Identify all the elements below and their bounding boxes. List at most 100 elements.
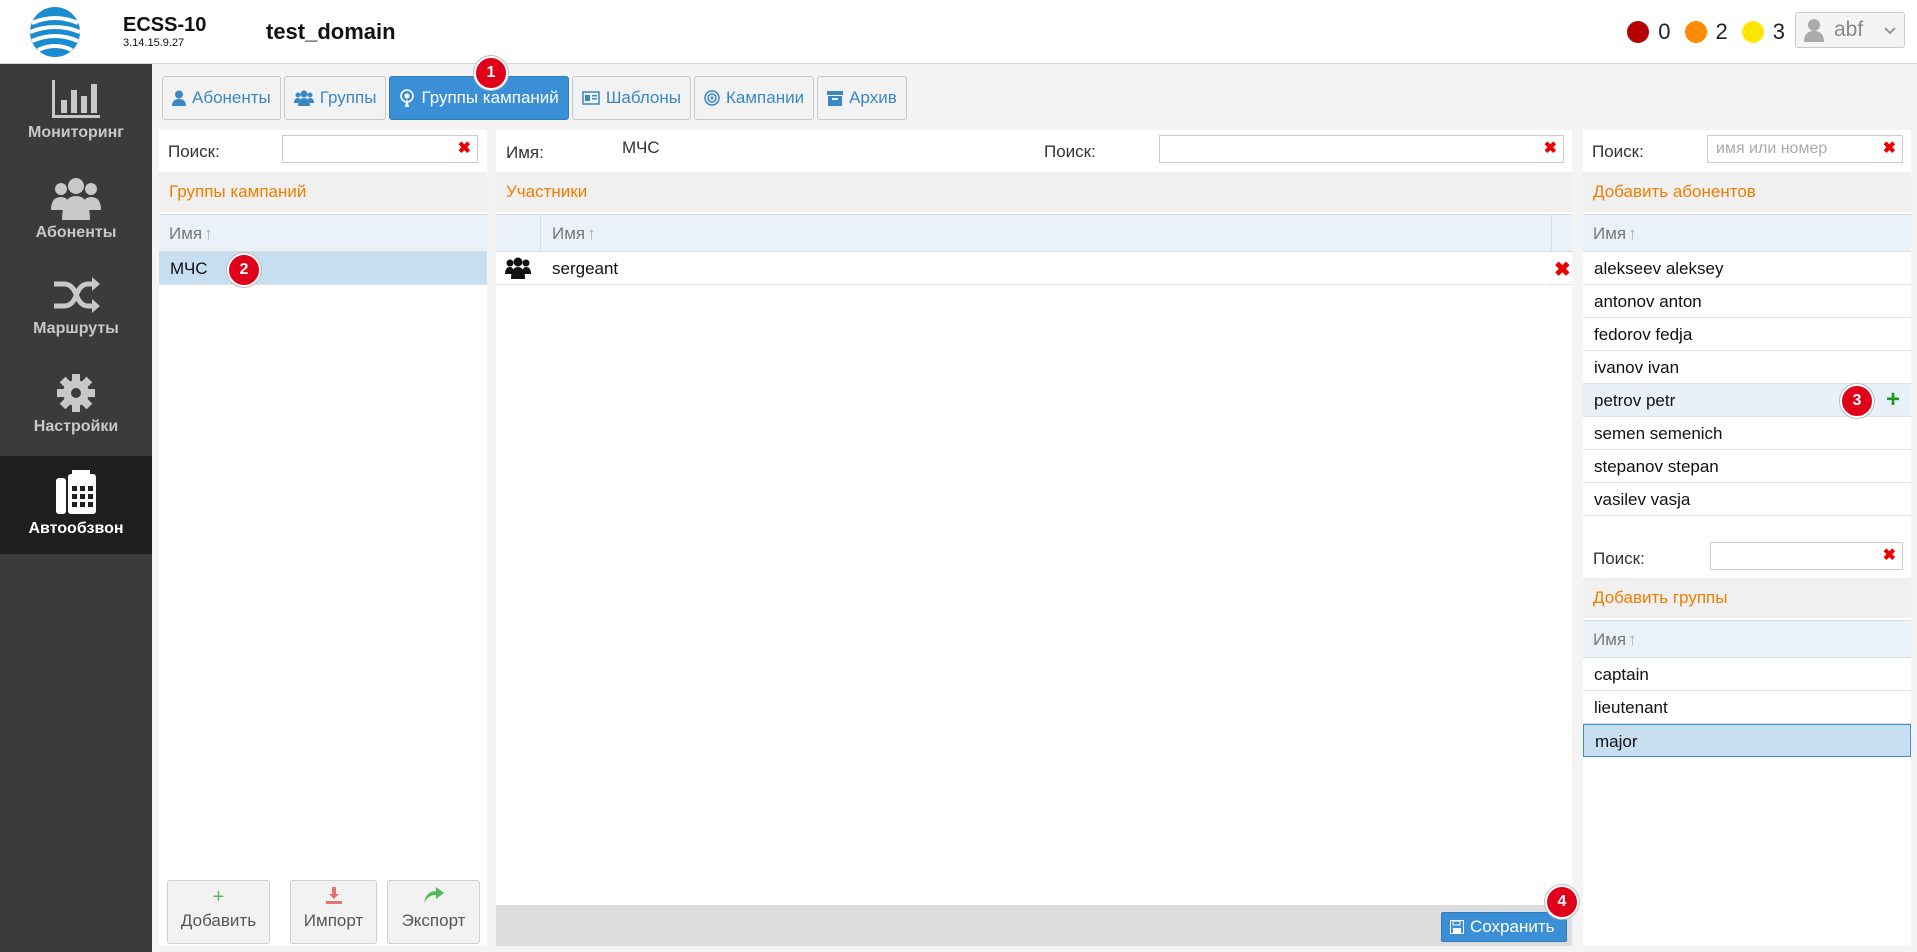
left-search-input-box: ✖ xyxy=(282,135,478,163)
save-button[interactable]: Сохранить xyxy=(1441,912,1567,942)
add-button[interactable]: + Добавить xyxy=(167,880,270,944)
user-menu-button[interactable]: abf xyxy=(1795,12,1905,48)
group-row[interactable]: captain xyxy=(1583,658,1911,691)
callout-badge-1: 1 xyxy=(474,56,508,90)
participants-title: Участники xyxy=(496,172,1572,212)
alarm-minor[interactable]: 3 xyxy=(1741,19,1785,45)
sort-asc-icon: ↑ xyxy=(1628,630,1637,649)
clear-search-icon[interactable]: ✖ xyxy=(1883,548,1896,564)
subscriber-row[interactable]: ivanov ivan xyxy=(1583,351,1911,384)
sidebar-label-subscribers: Абоненты xyxy=(35,224,117,241)
left-column-header[interactable]: Имя ↑ xyxy=(159,214,487,252)
add-subscribers-panel: Поиск: ✖ Добавить абонентов Имя↑ aleksee… xyxy=(1583,130,1911,946)
sidebar-item-settings[interactable]: Настройки xyxy=(0,358,152,456)
subscriber-row[interactable]: fedorov fedja xyxy=(1583,318,1911,351)
archive-icon xyxy=(827,90,844,106)
major-alarm-icon xyxy=(1684,21,1707,43)
group-row[interactable]: major xyxy=(1583,724,1911,757)
chevron-down-icon xyxy=(1884,27,1896,35)
tab-subscribers[interactable]: Абоненты xyxy=(162,76,281,120)
clear-search-icon[interactable]: ✖ xyxy=(1883,141,1896,157)
tab-campaigns-label: Кампании xyxy=(726,88,805,107)
sidebar-item-routes[interactable]: Маршруты xyxy=(0,260,152,358)
name-value[interactable]: МЧС xyxy=(622,138,660,158)
eltex-logo xyxy=(29,7,81,57)
chart-icon xyxy=(52,80,100,118)
subscriber-name: ivanov ivan xyxy=(1594,358,1680,377)
left-section-title: Группы кампаний xyxy=(159,172,487,212)
sort-asc-icon: ↑ xyxy=(587,224,596,243)
user-icon xyxy=(172,90,186,106)
users-icon xyxy=(293,90,314,106)
participant-row[interactable]: sergeant ✖ xyxy=(496,252,1572,285)
share-arrow-icon xyxy=(388,887,479,907)
tab-groups-label: Группы xyxy=(319,88,377,107)
participant-name: sergeant xyxy=(552,259,619,278)
campaign-group-name: МЧС xyxy=(170,259,208,278)
fax-phone-icon xyxy=(56,470,96,514)
right-search-label: Поиск: xyxy=(1592,142,1644,161)
download-icon xyxy=(291,887,376,907)
tab-templates-label: Шаблоны xyxy=(605,88,681,107)
group-row[interactable]: lieutenant xyxy=(1583,691,1911,724)
campaign-group-row[interactable]: МЧС xyxy=(159,252,487,285)
add-plus-icon[interactable]: + xyxy=(1886,386,1900,414)
groups-search-label: Поиск: xyxy=(1593,549,1645,568)
tab-templates[interactable]: Шаблоны xyxy=(571,76,691,120)
tab-subscribers-label: Абоненты xyxy=(192,88,271,107)
sidebar-item-monitoring[interactable]: Мониторинг xyxy=(0,64,152,162)
participants-panel: Имя: МЧС Поиск: ✖ Участники Имя ↑ sergean… xyxy=(496,130,1572,946)
group-name: lieutenant xyxy=(1594,698,1668,717)
users-icon xyxy=(51,178,101,220)
clear-search-icon[interactable]: ✖ xyxy=(1544,141,1557,157)
sidebar-item-autodialer[interactable]: Автообзвон xyxy=(0,456,152,554)
left-search-input[interactable] xyxy=(283,136,477,162)
subscriber-name: antonov anton xyxy=(1594,292,1702,311)
add-groups-title: Добавить группы xyxy=(1583,578,1911,618)
alarm-critical[interactable]: 0 xyxy=(1627,19,1671,45)
subscriber-name: alekseev aleksey xyxy=(1594,259,1724,278)
tab-archive[interactable]: Архив xyxy=(817,76,907,120)
group-name: captain xyxy=(1594,665,1649,684)
name-label: Имя: xyxy=(506,143,544,162)
group-name: major xyxy=(1595,732,1638,751)
import-button[interactable]: Импорт xyxy=(290,880,377,944)
alarm-counters: 0 2 3 xyxy=(1613,19,1785,45)
subscriber-row[interactable]: stepanov stepan xyxy=(1583,450,1911,483)
participants-column-header[interactable]: Имя ↑ xyxy=(496,214,1572,252)
sidebar-label-autodialer: Автообзвон xyxy=(28,520,124,537)
group-icon xyxy=(505,257,531,279)
sidebar-item-subscribers[interactable]: Абоненты xyxy=(0,162,152,260)
groups-search-input[interactable] xyxy=(1711,543,1902,569)
remove-icon[interactable]: ✖ xyxy=(1554,257,1571,282)
shuffle-icon xyxy=(54,277,100,313)
domain-name[interactable]: test_domain xyxy=(266,19,396,45)
tab-campaigns[interactable]: Кампании xyxy=(694,76,815,120)
callout-badge-2: 2 xyxy=(227,253,261,287)
tab-groups[interactable]: Группы xyxy=(283,76,387,120)
target-icon xyxy=(704,90,720,106)
campaign-groups-panel: Поиск: ✖ Группы кампаний Имя ↑ МЧС + Доба… xyxy=(159,130,487,946)
groups-column-header[interactable]: Имя ↑ xyxy=(1583,620,1911,658)
clear-search-icon[interactable]: ✖ xyxy=(458,141,471,157)
export-button[interactable]: Экспорт xyxy=(387,880,480,944)
subscriber-row[interactable]: antonov anton xyxy=(1583,285,1911,318)
broadcast-icon xyxy=(400,89,415,107)
subscribers-column-header[interactable]: Имя ↑ xyxy=(1583,214,1911,252)
middle-search-label: Поиск: xyxy=(1044,142,1096,161)
sidebar-label-routes: Маршруты xyxy=(33,320,119,337)
middle-search-input[interactable] xyxy=(1160,136,1563,162)
subscriber-search-input[interactable] xyxy=(1708,136,1902,162)
subscriber-row[interactable]: vasilev vasja xyxy=(1583,483,1911,516)
save-button-label: Сохранить xyxy=(1470,917,1555,936)
app-header: ECSS-10 3.14.15.9.27 test_domain 0 2 3 a… xyxy=(0,0,1917,64)
subscriber-row[interactable]: semen semenich xyxy=(1583,417,1911,450)
critical-alarm-icon xyxy=(1627,21,1650,43)
participants-column-name: Имя xyxy=(552,224,586,243)
template-icon xyxy=(582,91,600,105)
subscriber-row[interactable]: alekseev aleksey xyxy=(1583,252,1911,285)
floppy-disk-icon xyxy=(1450,920,1464,934)
alarm-major[interactable]: 2 xyxy=(1684,19,1728,45)
subscriber-name: petrov petr xyxy=(1594,391,1676,410)
gear-icon xyxy=(57,374,95,412)
